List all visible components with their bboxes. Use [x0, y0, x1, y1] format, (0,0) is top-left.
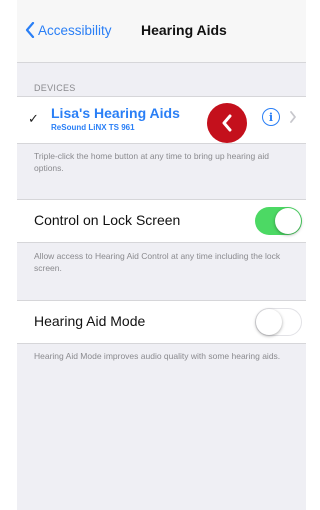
control-lock-row: Control on Lock Screen [17, 199, 306, 243]
navigation-bar: Accessibility Hearing Aids [17, 0, 306, 63]
hearing-mode-footer: Hearing Aid Mode improves audio quality … [34, 351, 281, 361]
devices-footer: Triple-click the home button at any time… [34, 151, 269, 173]
control-lock-toggle[interactable] [255, 207, 302, 235]
devices-section-header: DEVICES [34, 83, 76, 93]
settings-screen: Accessibility Hearing Aids DEVICES ✓ Lis… [17, 0, 306, 510]
device-name: Lisa's Hearing Aids [51, 105, 180, 121]
hearing-mode-toggle[interactable] [255, 308, 302, 336]
chevron-left-icon [25, 22, 35, 38]
device-model: ReSound LiNX TS 961 [51, 123, 135, 132]
info-icon[interactable]: i [262, 108, 280, 126]
toggle-knob [275, 208, 301, 234]
back-label: Accessibility [38, 22, 112, 38]
control-lock-footer: Allow access to Hearing Aid Control at a… [34, 251, 281, 273]
control-lock-label: Control on Lock Screen [34, 212, 181, 228]
chevron-right-icon [290, 111, 296, 123]
chevron-left-icon [222, 114, 232, 132]
toggle-knob [256, 309, 282, 335]
hearing-mode-label: Hearing Aid Mode [34, 313, 146, 329]
back-button[interactable]: Accessibility [25, 20, 112, 40]
page-title: Hearing Aids [141, 22, 227, 38]
checkmark-icon: ✓ [28, 111, 39, 126]
back-indicator-badge[interactable] [207, 103, 247, 143]
hearing-mode-row: Hearing Aid Mode [17, 300, 306, 344]
